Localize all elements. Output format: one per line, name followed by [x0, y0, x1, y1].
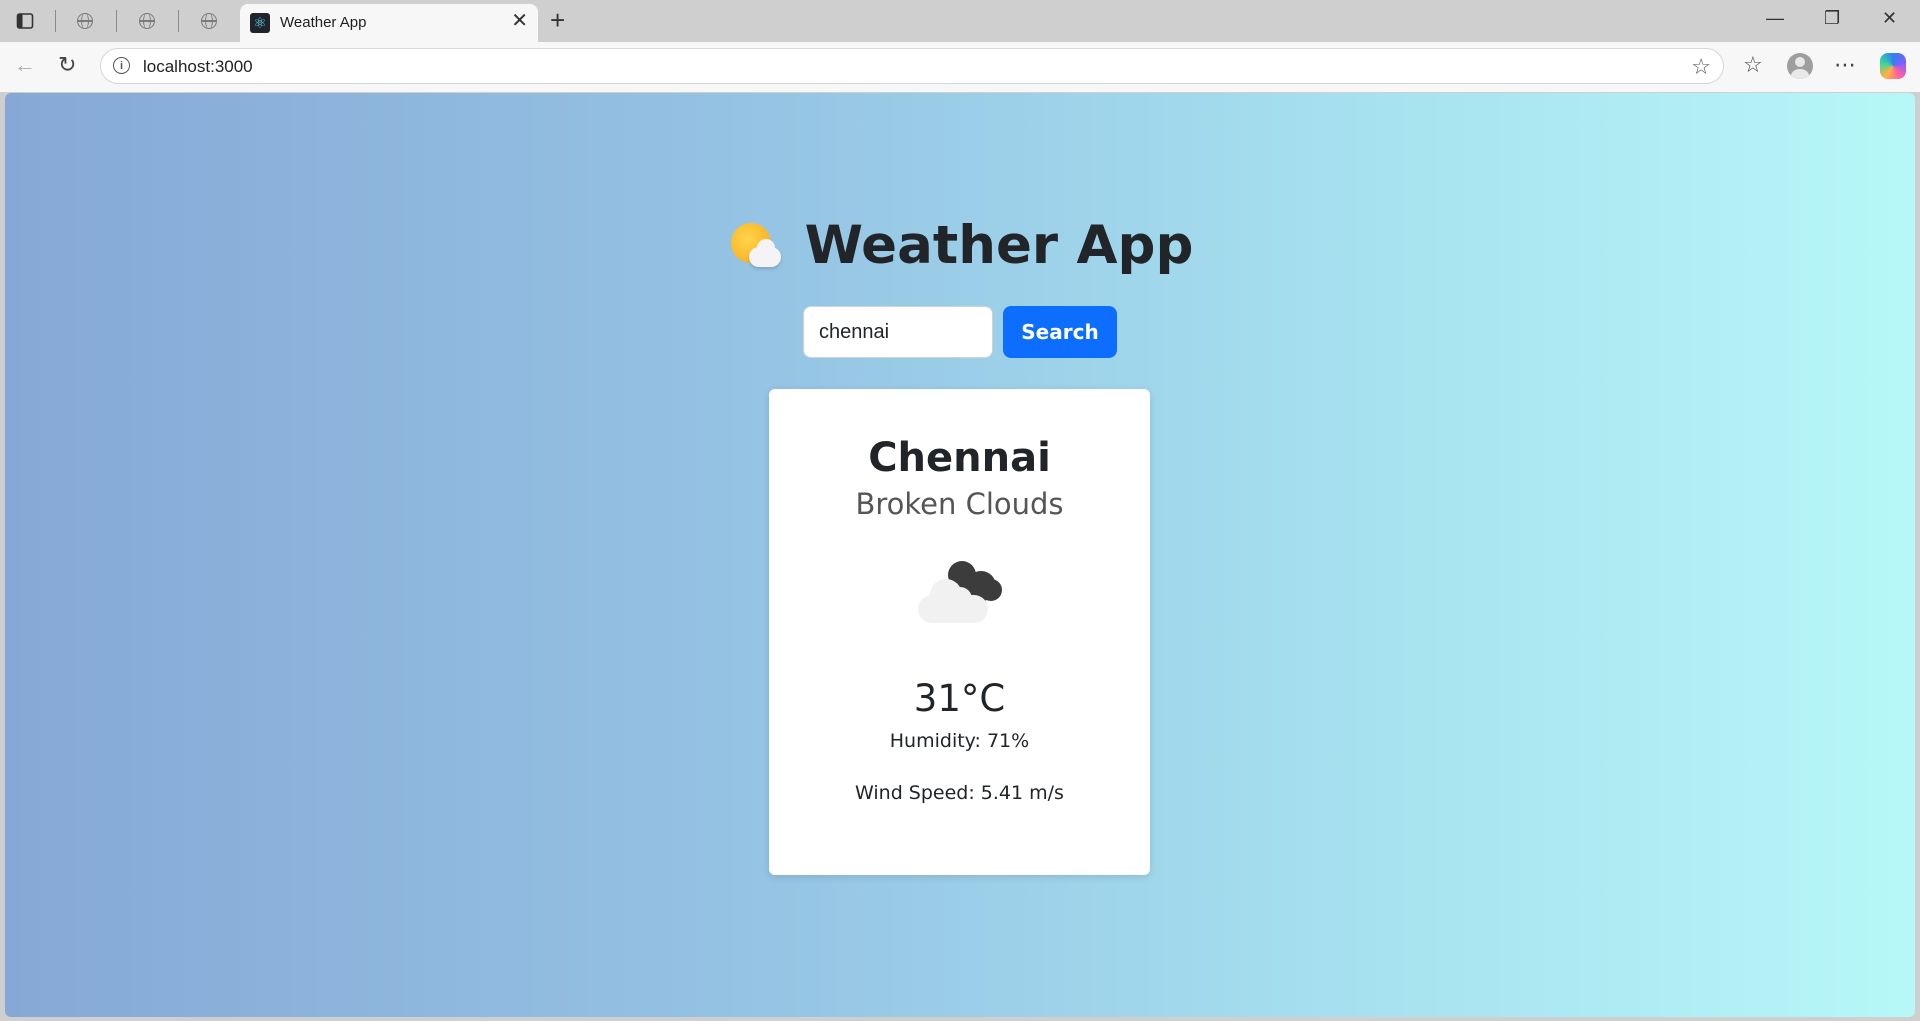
city-search-input[interactable] [803, 306, 993, 358]
search-button[interactable]: Search [1003, 306, 1117, 358]
page-viewport: Weather App Search Chennai Broken Clouds… [5, 93, 1915, 1017]
tab-separator [178, 10, 179, 32]
search-form: Search [5, 306, 1915, 358]
copilot-icon[interactable] [1880, 53, 1906, 79]
app-header: Weather App [5, 215, 1915, 284]
wind-speed: Wind Speed: 5.41 m/s [855, 782, 1064, 804]
sun-behind-cloud-icon [727, 221, 783, 271]
address-bar[interactable]: i localhost:3000 ☆ [100, 48, 1724, 84]
tab-strip: ⚛ Weather App ✕ + — ❐ ✕ [0, 0, 1920, 42]
favorites-list-icon[interactable]: ☆ [1743, 52, 1763, 78]
more-menu-icon[interactable]: ⋯ [1834, 52, 1856, 78]
site-info-icon[interactable]: i [113, 57, 130, 74]
city-name: Chennai [868, 435, 1051, 481]
close-window-icon[interactable]: ✕ [1882, 8, 1897, 29]
humidity: Humidity: 71% [889, 730, 1030, 752]
active-tab[interactable]: ⚛ Weather App ✕ [240, 4, 538, 42]
temperature: 31°C [913, 677, 1006, 720]
react-favicon-icon: ⚛ [250, 13, 270, 33]
restore-icon[interactable]: ❐ [1824, 8, 1840, 29]
navigation-bar: ← ↻ i localhost:3000 ☆ ☆ ⋯ [0, 42, 1920, 92]
weather-card: Chennai Broken Clouds 31°C Humidity: 71%… [769, 389, 1150, 875]
broken-clouds-icon [910, 557, 1010, 627]
tab-title: Weather App [280, 14, 367, 31]
close-tab-icon[interactable]: ✕ [511, 11, 528, 31]
minimize-icon[interactable]: — [1766, 8, 1784, 29]
tab-separator [55, 10, 56, 32]
favorite-star-icon[interactable]: ☆ [1691, 54, 1711, 80]
new-tab-icon[interactable]: + [550, 6, 565, 34]
sidebar-toggle-icon[interactable] [14, 10, 36, 32]
app-title: Weather App [804, 215, 1194, 276]
back-arrow-icon[interactable]: ← [14, 54, 36, 76]
tab-globe-icon[interactable] [74, 10, 96, 32]
reload-icon[interactable]: ↻ [58, 54, 76, 76]
weather-description: Broken Clouds [855, 487, 1064, 521]
tab-globe-icon[interactable] [198, 10, 220, 32]
tab-separator [116, 10, 117, 32]
tab-globe-icon[interactable] [136, 10, 158, 32]
url-text[interactable]: localhost:3000 [143, 57, 253, 77]
profile-avatar[interactable] [1787, 53, 1813, 79]
